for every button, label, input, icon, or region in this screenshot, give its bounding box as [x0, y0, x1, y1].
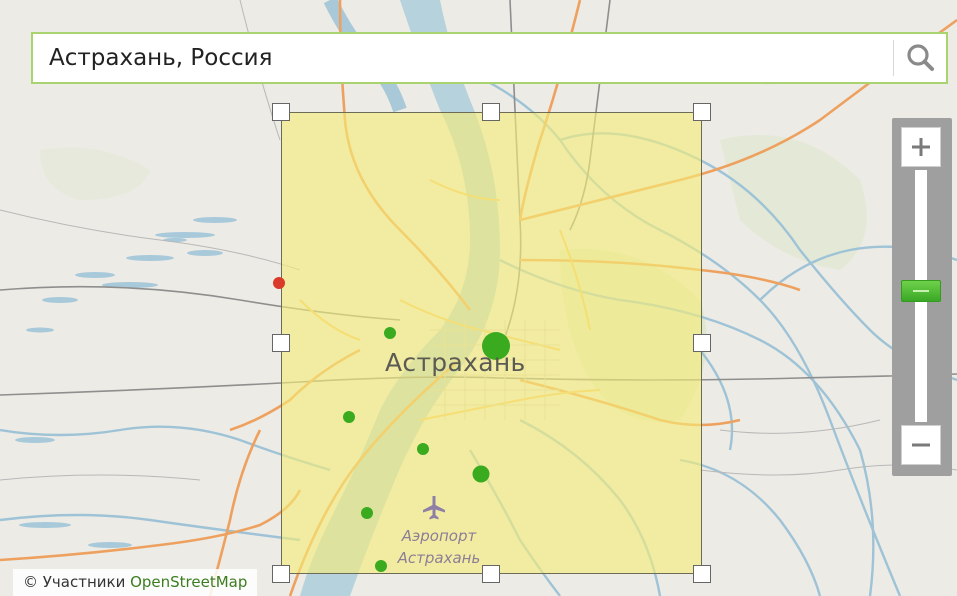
- resize-handle-right[interactable]: [693, 334, 711, 352]
- city-label: Астрахань: [385, 348, 526, 377]
- airport-label-line2: Астрахань: [397, 549, 481, 567]
- attribution-prefix: © Участники: [23, 573, 131, 591]
- magnifier-icon: [907, 44, 934, 71]
- resize-handle-bottom[interactable]: [482, 565, 500, 583]
- zoom-in-button[interactable]: [901, 127, 941, 167]
- selection-rectangle[interactable]: [281, 112, 702, 574]
- resize-handle-top-right[interactable]: [693, 103, 711, 121]
- attribution-link[interactable]: OpenStreetMap: [130, 573, 247, 591]
- search-box: [31, 32, 948, 84]
- zoom-out-button[interactable]: [901, 425, 941, 465]
- zoom-control: [892, 118, 952, 476]
- map-attribution: © Участники OpenStreetMap: [13, 569, 258, 596]
- plus-icon: [912, 138, 930, 156]
- airport-label-line1: Аэропорт: [401, 527, 477, 545]
- minus-icon: [912, 443, 930, 447]
- zoom-slider-handle[interactable]: [901, 280, 941, 302]
- resize-handle-top[interactable]: [482, 103, 500, 121]
- map-canvas[interactable]: Астрахань Аэропорт Астрахань Астрахань, …: [0, 0, 957, 596]
- resize-handle-top-left[interactable]: [272, 103, 290, 121]
- airport-label: Аэропорт Астрахань: [384, 525, 494, 569]
- search-button[interactable]: [895, 34, 947, 82]
- search-divider: [893, 40, 894, 76]
- search-input[interactable]: [33, 34, 891, 82]
- resize-handle-left[interactable]: [272, 334, 290, 352]
- resize-handle-bottom-right[interactable]: [693, 565, 711, 583]
- resize-handle-bottom-left[interactable]: [272, 565, 290, 583]
